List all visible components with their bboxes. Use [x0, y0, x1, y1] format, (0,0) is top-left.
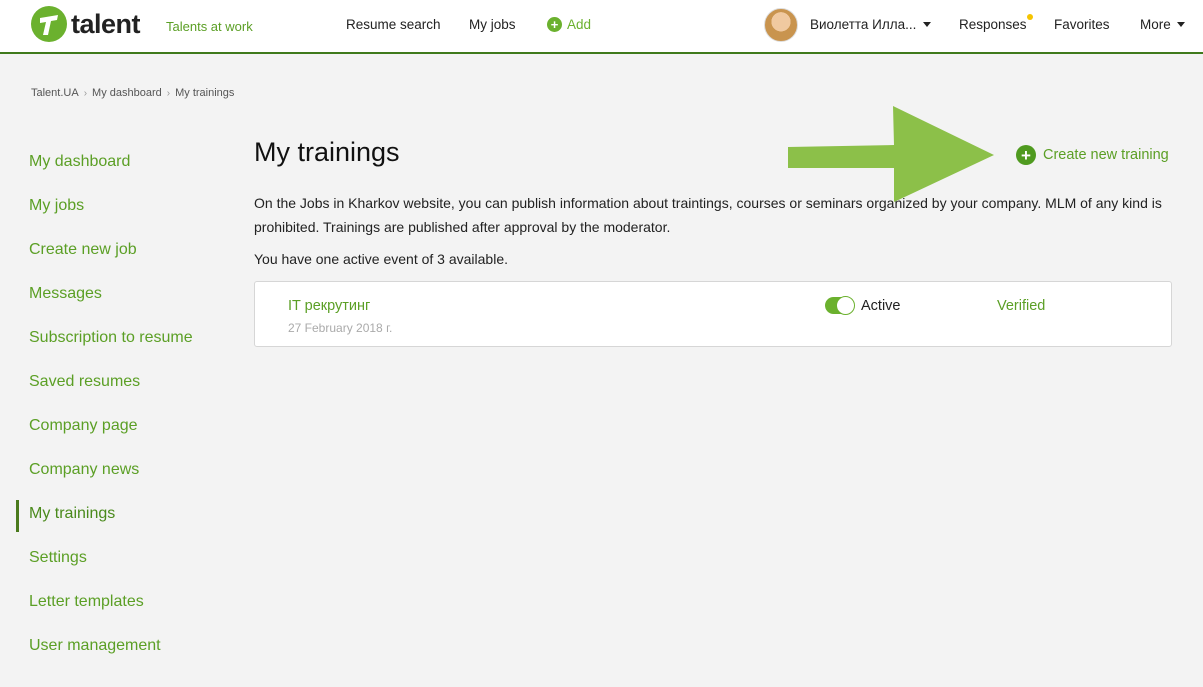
- active-events-count: You have one active event of 3 available…: [254, 251, 509, 267]
- breadcrumb: Talent.UA › My dashboard › My trainings: [31, 87, 234, 99]
- breadcrumb-separator-icon: ›: [83, 87, 88, 99]
- training-title-link[interactable]: IT рекрутинг: [288, 298, 370, 314]
- sidebar-item-company-news[interactable]: Company news: [16, 448, 236, 492]
- nav-add-label: Add: [567, 17, 592, 32]
- nav-add-button[interactable]: + Add: [547, 17, 591, 32]
- sidebar-item-user-management[interactable]: User management: [16, 624, 236, 668]
- arrow-right-icon: [788, 106, 994, 202]
- caret-down-icon: [923, 22, 932, 27]
- logo[interactable]: talent: [31, 6, 141, 42]
- avatar[interactable]: [764, 8, 798, 42]
- user-menu[interactable]: Виолетта Илла...: [810, 17, 932, 32]
- breadcrumb-dashboard[interactable]: My dashboard: [92, 87, 162, 99]
- talent-logo-icon: [31, 6, 67, 42]
- sidebar-item-my-jobs[interactable]: My jobs: [16, 184, 236, 228]
- breadcrumb-home[interactable]: Talent.UA: [31, 87, 79, 99]
- training-card: IT рекрутинг 27 February 2018 г. Active …: [254, 281, 1172, 347]
- plus-circle-icon: +: [1016, 145, 1036, 165]
- sidebar-item-messages[interactable]: Messages: [16, 272, 236, 316]
- create-new-training-button[interactable]: + Create new training: [1016, 145, 1169, 165]
- sidebar-item-my-trainings[interactable]: My trainings: [16, 492, 236, 536]
- sidebar-item-company-page[interactable]: Company page: [16, 404, 236, 448]
- sidebar-item-settings[interactable]: Settings: [16, 536, 236, 580]
- plus-circle-icon: +: [547, 17, 562, 32]
- chevron-down-icon: [1176, 22, 1185, 27]
- page-title: My trainings: [254, 137, 400, 167]
- nav-more-label: More: [1140, 17, 1171, 32]
- tagline: Talents at work: [166, 19, 253, 34]
- breadcrumb-separator-icon: ›: [166, 87, 171, 99]
- nav-resume-search[interactable]: Resume search: [346, 17, 441, 32]
- training-date: 27 February 2018 г.: [288, 321, 393, 335]
- nav-more-menu[interactable]: More: [1140, 17, 1185, 32]
- sidebar-item-create-new-job[interactable]: Create new job: [16, 228, 236, 272]
- create-new-training-label: Create new training: [1043, 147, 1169, 163]
- nav-responses[interactable]: Responses: [959, 17, 1027, 32]
- nav-favorites[interactable]: Favorites: [1054, 17, 1110, 32]
- nav-my-jobs[interactable]: My jobs: [469, 17, 516, 32]
- sidebar-item-my-dashboard[interactable]: My dashboard: [16, 140, 236, 184]
- training-status: Active: [861, 298, 901, 314]
- active-toggle[interactable]: [825, 296, 855, 315]
- logo-text: talent: [71, 8, 141, 39]
- sidebar-item-letter-templates[interactable]: Letter templates: [16, 580, 236, 624]
- toggle-knob: [836, 296, 855, 315]
- sidebar-item-subscription-to-resume[interactable]: Subscription to resume: [16, 316, 236, 360]
- moderation-status-badge: Verified: [997, 298, 1046, 314]
- breadcrumb-current: My trainings: [175, 87, 235, 99]
- sidebar-nav: My dashboard My jobs Create new job Mess…: [16, 140, 236, 668]
- page-description: On the Jobs in Kharkov website, you can …: [254, 195, 1162, 235]
- top-header: talent Talents at work Resume search My …: [0, 0, 1203, 54]
- user-name-label: Виолетта Илла...: [810, 17, 917, 32]
- notification-dot-icon: [1027, 14, 1033, 20]
- sidebar-item-saved-resumes[interactable]: Saved resumes: [16, 360, 236, 404]
